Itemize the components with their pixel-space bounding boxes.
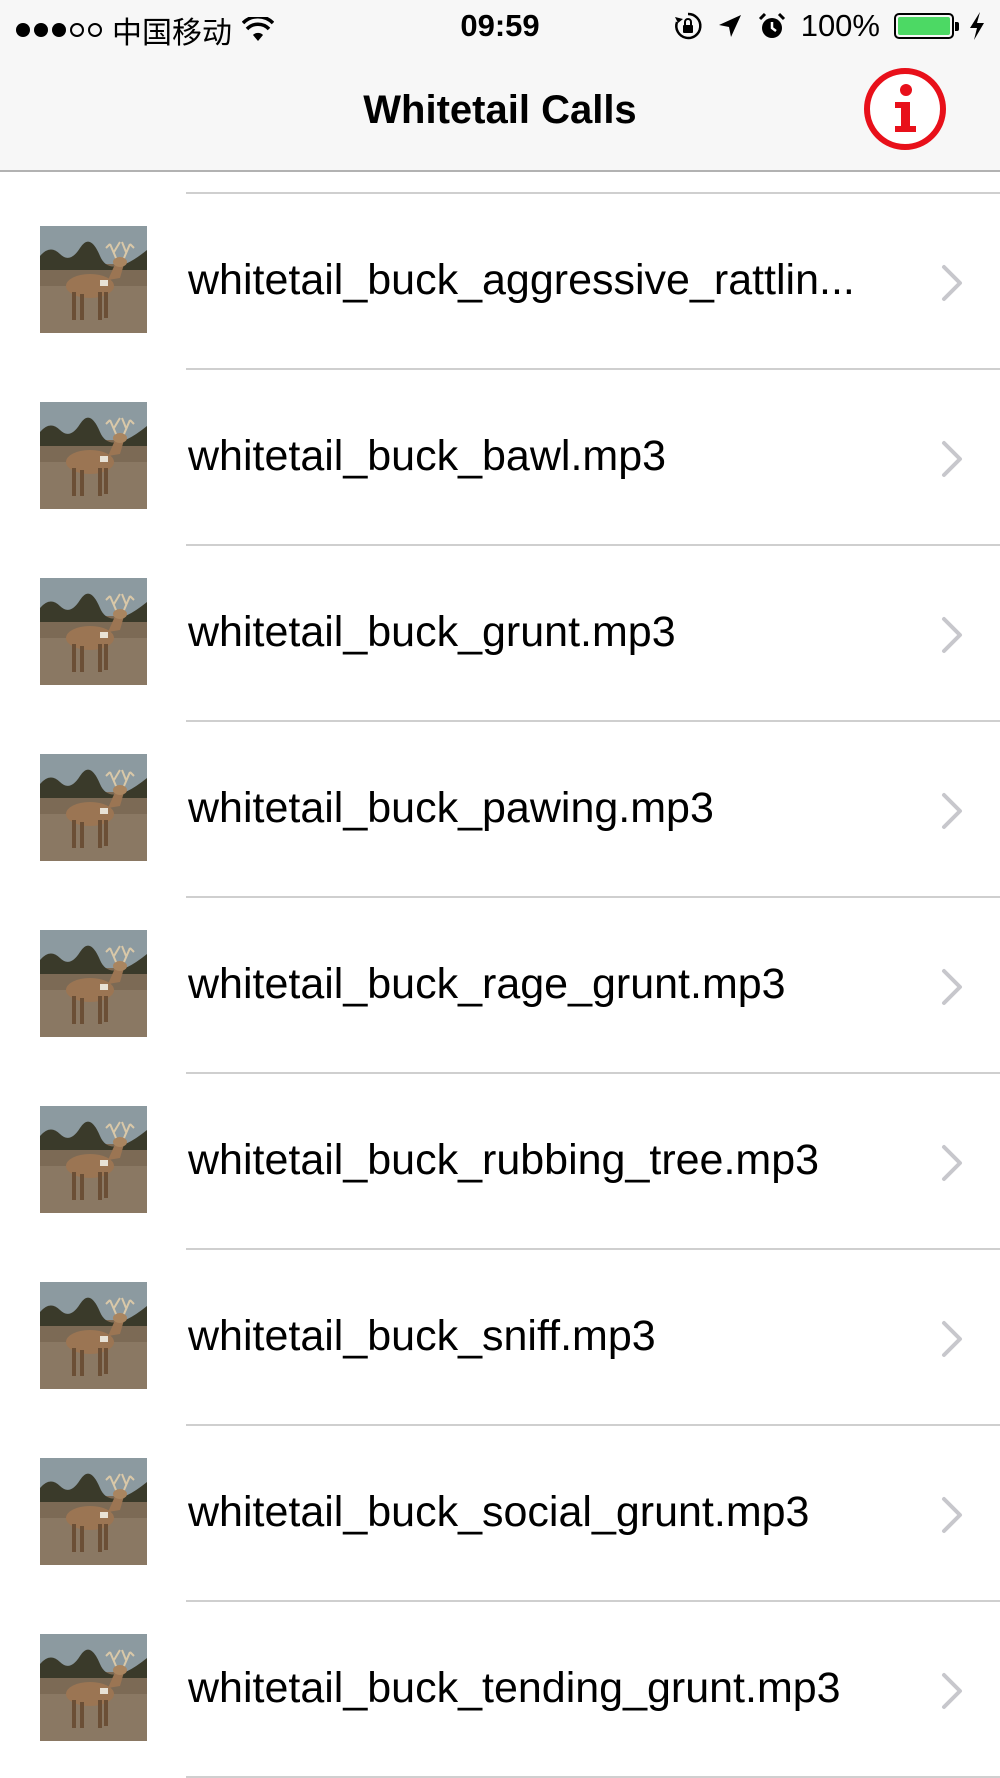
whitetail-deer-thumbnail <box>40 930 147 1037</box>
orientation-lock-icon <box>674 12 702 40</box>
list-item-label: whitetail_buck_tending_grunt.mp3 <box>188 1664 841 1712</box>
list-item[interactable]: whitetail_buck_tending_grunt.mp3 <box>0 1580 1000 1778</box>
chevron-right-icon <box>942 1497 962 1533</box>
battery-percent: 100% <box>800 8 880 43</box>
chevron-right-icon <box>942 617 962 653</box>
status-bar: 中国移动 09:59 100% <box>0 0 1000 52</box>
list-item[interactable]: whitetail_buck_social_grunt.mp3 <box>0 1404 1000 1602</box>
chevron-right-icon <box>942 793 962 829</box>
chevron-right-icon <box>942 441 962 477</box>
status-right: 100% <box>673 8 986 44</box>
list-item-label: whitetail_buck_sniff.mp3 <box>188 1312 656 1360</box>
list-item-label: whitetail_buck_social_grunt.mp3 <box>188 1488 810 1536</box>
charging-bolt-icon <box>970 12 984 40</box>
alarm-clock-icon <box>758 12 785 38</box>
list-item-label: whitetail_buck_rage_grunt.mp3 <box>188 960 786 1008</box>
list-item[interactable]: whitetail_buck_rubbing_tree.mp3 <box>0 1052 1000 1250</box>
whitetail-deer-thumbnail <box>40 578 147 685</box>
info-button[interactable] <box>862 66 948 152</box>
chevron-right-icon <box>942 265 962 301</box>
list-item-label: whitetail_buck_aggressive_rattlin... <box>188 256 855 304</box>
list-item-label: whitetail_buck_rubbing_tree.mp3 <box>188 1136 820 1184</box>
location-arrow-icon <box>718 15 741 37</box>
chevron-right-icon <box>942 969 962 1005</box>
whitetail-deer-thumbnail <box>40 1282 147 1389</box>
list-item[interactable]: whitetail_buck_bawl.mp3 <box>0 348 1000 546</box>
list-item[interactable]: whitetail_buck_pawing.mp3 <box>0 700 1000 898</box>
page-title: Whitetail Calls <box>363 88 637 132</box>
chevron-right-icon <box>942 1145 962 1181</box>
battery-icon <box>894 13 959 39</box>
list-item[interactable]: whitetail_buck_grunt.mp3 <box>0 524 1000 722</box>
list-item[interactable]: whitetail_buck_rage_grunt.mp3 <box>0 876 1000 1074</box>
chevron-right-icon <box>942 1321 962 1357</box>
whitetail-deer-thumbnail <box>40 1634 147 1741</box>
list-item-label: whitetail_buck_grunt.mp3 <box>188 608 676 656</box>
whitetail-deer-thumbnail <box>40 402 147 509</box>
list-item-label: whitetail_buck_pawing.mp3 <box>188 784 714 832</box>
whitetail-deer-thumbnail <box>40 754 147 861</box>
list-item-label: whitetail_buck_bawl.mp3 <box>188 432 667 480</box>
list-item[interactable]: whitetail_buck_sniff.mp3 <box>0 1228 1000 1426</box>
whitetail-deer-thumbnail <box>40 1106 147 1213</box>
navigation-bar: Whitetail Calls <box>0 52 1000 172</box>
chevron-right-icon <box>942 1673 962 1709</box>
list-item[interactable]: whitetail_buck_aggressive_rattlin... <box>0 172 1000 370</box>
whitetail-deer-thumbnail <box>40 226 147 333</box>
whitetail-deer-thumbnail <box>40 1458 147 1565</box>
info-icon <box>864 68 946 150</box>
